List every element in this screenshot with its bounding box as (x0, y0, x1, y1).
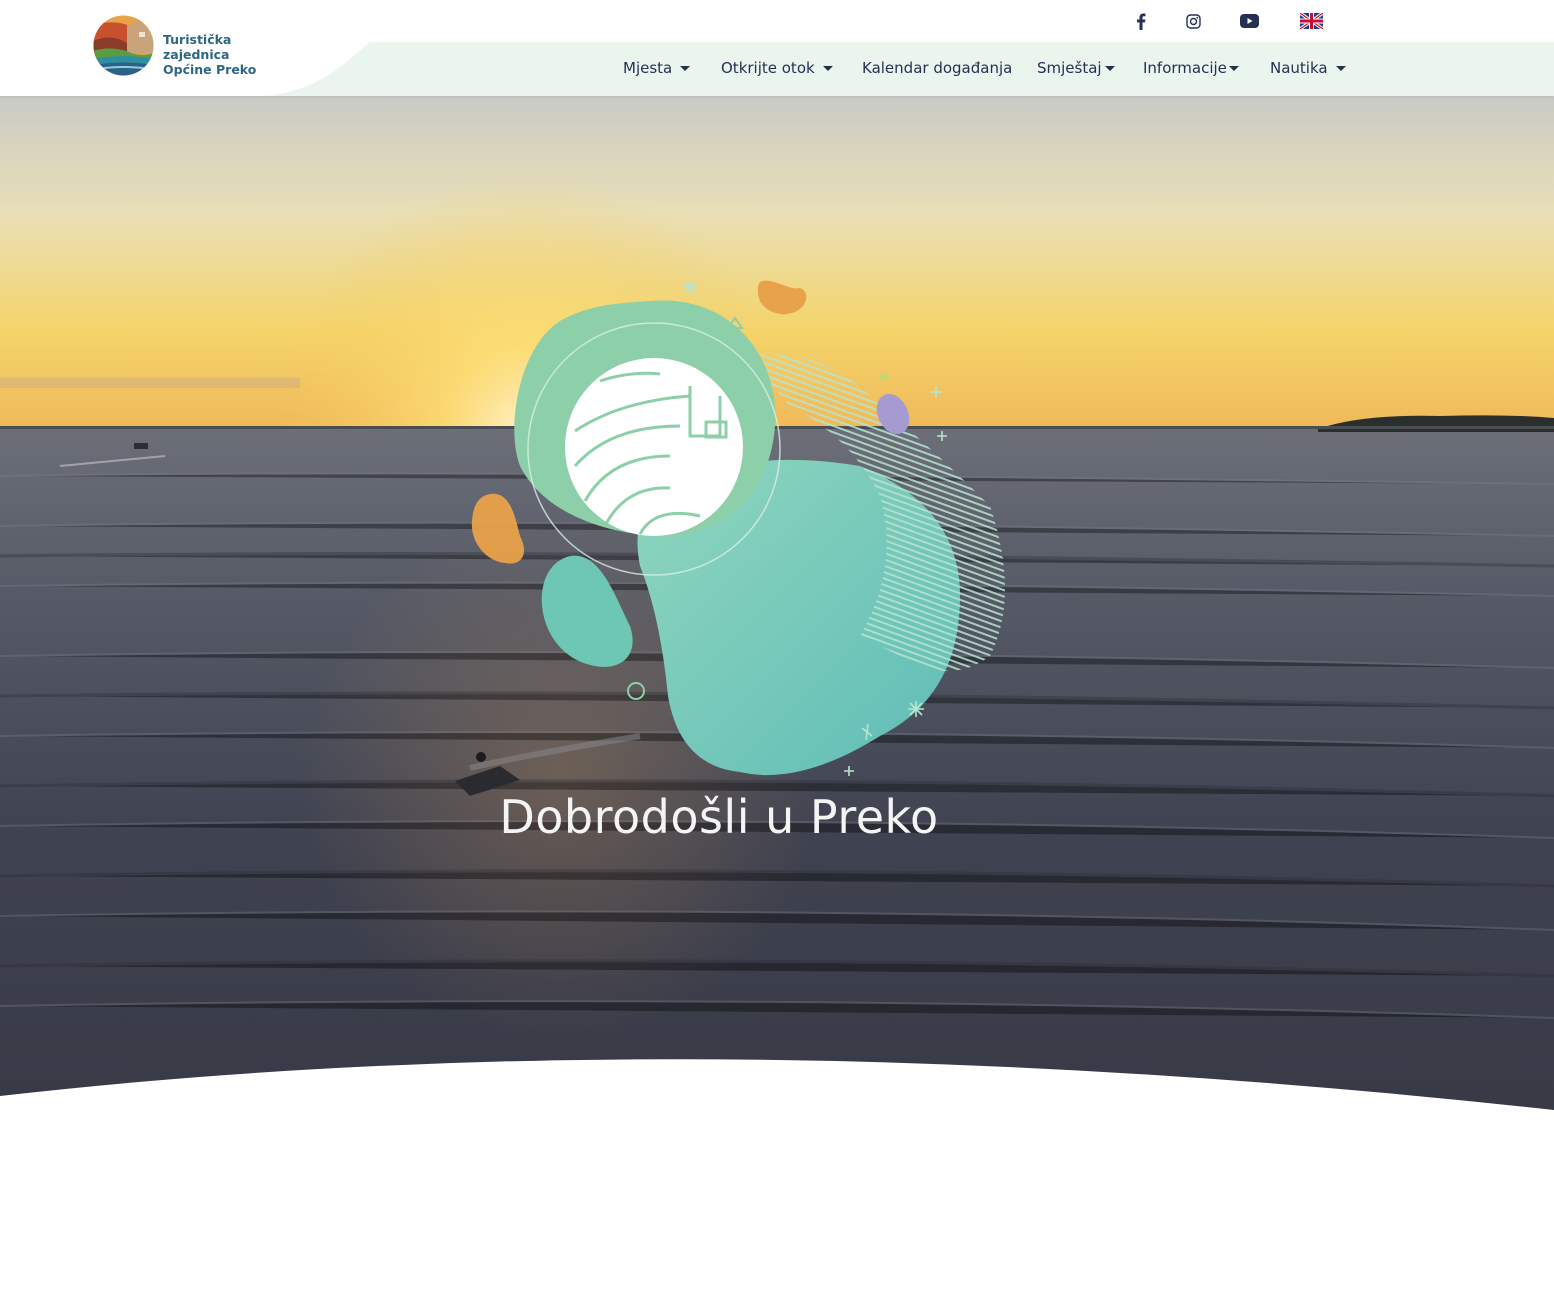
nav-item-kalendar-dogadanja[interactable]: Kalendar događanja (862, 59, 1012, 77)
language-switch[interactable] (1299, 10, 1323, 32)
instagram-icon (1186, 13, 1201, 29)
nav-item-mjesta[interactable]: Mjesta (623, 59, 691, 77)
caret-down-icon (822, 66, 833, 71)
youtube-link[interactable] (1239, 10, 1259, 32)
caret-down-icon (1335, 66, 1346, 71)
caret-down-icon (1228, 66, 1239, 71)
nav-item-otkrijte-otok[interactable]: Otkrijte otok (721, 59, 833, 77)
nav-item-informacije[interactable]: Informacije (1143, 59, 1239, 77)
facebook-icon (1137, 13, 1146, 30)
nav-item-smjestaj[interactable]: Smještaj (1037, 59, 1115, 77)
nav-item-label: Mjesta (623, 59, 673, 77)
brand-line-1: Turistička zajednica (163, 32, 232, 62)
brand-name: Turistička zajednica Općine Preko (163, 32, 293, 77)
nav-item-label: Otkrijte otok (721, 59, 815, 77)
nav-item-label: Nautika (1270, 59, 1328, 77)
caret-down-icon (1104, 66, 1115, 71)
facebook-link[interactable] (1133, 10, 1149, 32)
logo-mark-icon (93, 15, 154, 76)
youtube-icon (1239, 14, 1259, 28)
nav-item-label: Kalendar događanja (862, 59, 1013, 77)
uk-flag-icon (1299, 13, 1323, 29)
nav-item-nautika[interactable]: Nautika (1270, 59, 1346, 77)
nav-item-label: Informacije (1143, 59, 1227, 77)
site-header: Turistička zajednica Općine Preko Mjesta… (0, 0, 1554, 96)
instagram-link[interactable] (1185, 10, 1202, 32)
hero-bottom-curve (0, 1059, 1554, 1110)
caret-down-icon (680, 66, 691, 71)
brand-line-2: Općine Preko (163, 62, 257, 77)
site-logo[interactable]: Turistička zajednica Općine Preko (93, 15, 293, 77)
nav-item-label: Smještaj (1037, 59, 1102, 77)
hero-section: Dobrodošli u Preko (0, 96, 1554, 1110)
